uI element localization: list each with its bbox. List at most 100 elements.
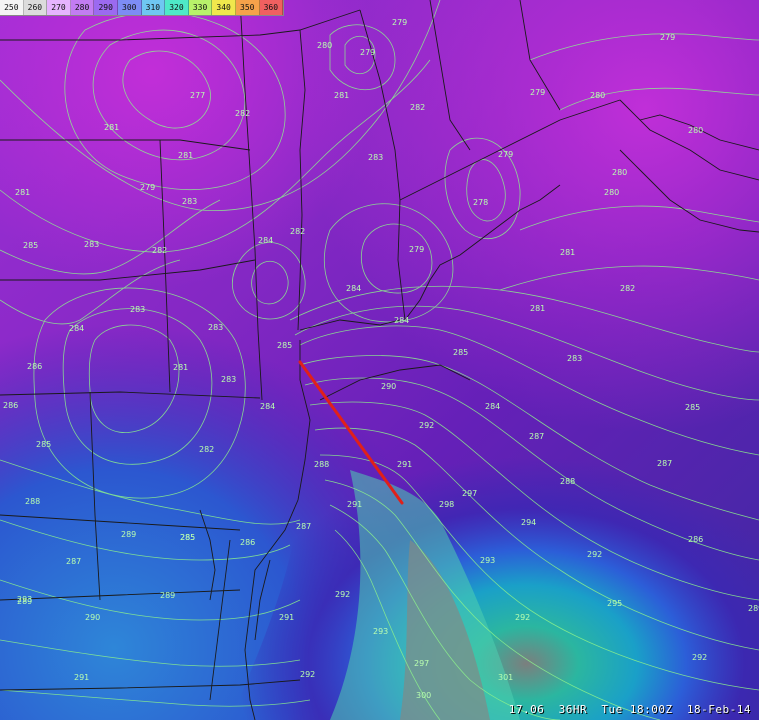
contour-label: 280 xyxy=(612,168,627,177)
contour-label: 281 xyxy=(173,363,188,372)
contour-label: 280 xyxy=(604,188,619,197)
contour-label: 289 xyxy=(121,530,136,539)
contour-label: 286 xyxy=(240,538,255,547)
legend-cell-360: 360 xyxy=(259,0,284,15)
contour-label: 282 xyxy=(235,109,250,118)
contour-label: 281 xyxy=(530,304,545,313)
contour-label: 285 xyxy=(36,440,51,449)
contour-label: 284 xyxy=(485,402,500,411)
contour-label: 282 xyxy=(290,227,305,236)
contour-label: 286 xyxy=(27,362,42,371)
contour-label: 284 xyxy=(394,316,409,325)
contour-label: 292 xyxy=(692,653,707,662)
contour-label: 284 xyxy=(346,284,361,293)
contour-label: 280 xyxy=(590,91,605,100)
legend-cell-250: 250 xyxy=(0,0,24,15)
contour-label: 285 xyxy=(685,403,700,412)
contour-label: 283 xyxy=(130,305,145,314)
contour-label: 285 xyxy=(453,348,468,357)
contour-label: 279 xyxy=(498,150,513,159)
contour-label: 295 xyxy=(607,599,622,608)
contour-label: 279 xyxy=(140,183,155,192)
legend-cell-340: 340 xyxy=(212,0,236,15)
contour-label: 294 xyxy=(521,518,536,527)
contour-label: 298 xyxy=(439,500,454,509)
contour-label: 282 xyxy=(152,246,167,255)
legend-cell-280: 280 xyxy=(70,0,95,15)
contour-label: 280 xyxy=(688,126,703,135)
contour-label: 287 xyxy=(529,432,544,441)
contour-label: 283 xyxy=(221,375,236,384)
temperature-color-legend: 250 260 270 280 290 300 310 320 330 340 350 360 xyxy=(0,0,285,16)
contour-label: 291 xyxy=(74,673,89,682)
contour-label: 289 xyxy=(748,604,759,613)
legend-cell-290: 290 xyxy=(94,0,118,15)
contour-label: 288 xyxy=(314,460,329,469)
contour-label: 285 xyxy=(23,241,38,250)
contour-label: 285 xyxy=(180,533,195,542)
legend-cell-330: 330 xyxy=(188,0,213,15)
contour-label: 291 xyxy=(279,613,294,622)
contour-label: 290 xyxy=(85,613,100,622)
map-display: 279 280 279 281 279 279 277 281 282 280 279 281 279 2… xyxy=(0,0,759,720)
contour-label: 277 xyxy=(190,91,205,100)
contour-label: 291 xyxy=(397,460,412,469)
contour-label: 293 xyxy=(373,627,388,636)
contour-label: 287 xyxy=(66,557,81,566)
contour-label: 286 xyxy=(3,401,18,410)
contour-label: 292 xyxy=(587,550,602,559)
contour-label: 288 xyxy=(560,477,575,486)
contour-label: 288 xyxy=(25,497,40,506)
contour-label: 287 xyxy=(296,522,311,531)
forecast-hour-label: 36HR xyxy=(558,703,588,716)
contour-label: 279 xyxy=(530,88,545,97)
contour-label: 279 xyxy=(409,245,424,254)
contour-label: 292 xyxy=(419,421,434,430)
legend-cell-270: 270 xyxy=(47,0,71,15)
contour-label: 279 xyxy=(360,48,375,57)
contour-label: 279 xyxy=(660,33,675,42)
contour-label: 283 xyxy=(567,354,582,363)
contour-label: 284 xyxy=(69,324,84,333)
legend-cell-350: 350 xyxy=(235,0,260,15)
status-readout: 17.06 36HR Tue 18:00Z 18-Feb-14 xyxy=(509,703,751,716)
contour-label: 292 xyxy=(335,590,350,599)
contour-label: 282 xyxy=(620,284,635,293)
contour-label: 290 xyxy=(381,382,396,391)
contour-label: 284 xyxy=(258,236,273,245)
contour-label: 286 xyxy=(688,535,703,544)
contour-label: 292 xyxy=(300,670,315,679)
contour-label: 285 xyxy=(277,341,292,350)
contour-label: 279 xyxy=(392,18,407,27)
contour-label: 284 xyxy=(260,402,275,411)
valid-date-label: 18-Feb-14 xyxy=(686,703,751,716)
contour-label: 281 xyxy=(178,151,193,160)
legend-cell-300: 300 xyxy=(117,0,142,15)
contour-label: 280 xyxy=(317,41,332,50)
contour-label: 281 xyxy=(560,248,575,257)
contour-label: 289 xyxy=(17,597,32,606)
contour-label: 283 xyxy=(208,323,223,332)
contour-label: 287 xyxy=(657,459,672,468)
contour-label: 281 xyxy=(334,91,349,100)
contour-label: 301 xyxy=(498,673,513,682)
valid-time-label: Tue 18:00Z xyxy=(601,703,673,716)
contour-label: 283 xyxy=(368,153,383,162)
legend-cell-260: 260 xyxy=(23,0,48,15)
contour-label: 300 xyxy=(416,691,431,700)
legend-cell-320: 320 xyxy=(165,0,189,15)
legend-cell-310: 310 xyxy=(141,0,166,15)
contour-label: 297 xyxy=(462,489,477,498)
contour-label: 283 xyxy=(182,197,197,206)
contour-label: 278 xyxy=(473,198,488,207)
contour-label: 281 xyxy=(15,188,30,197)
version-label: 17.06 xyxy=(508,703,545,716)
contour-label: 289 xyxy=(160,591,175,600)
contour-label: 283 xyxy=(84,240,99,249)
contour-label: 281 xyxy=(104,123,119,132)
contour-label: 282 xyxy=(410,103,425,112)
contour-label: 293 xyxy=(480,556,495,565)
contour-label: 291 xyxy=(347,500,362,509)
contour-label: 282 xyxy=(199,445,214,454)
contour-label: 292 xyxy=(515,613,530,622)
